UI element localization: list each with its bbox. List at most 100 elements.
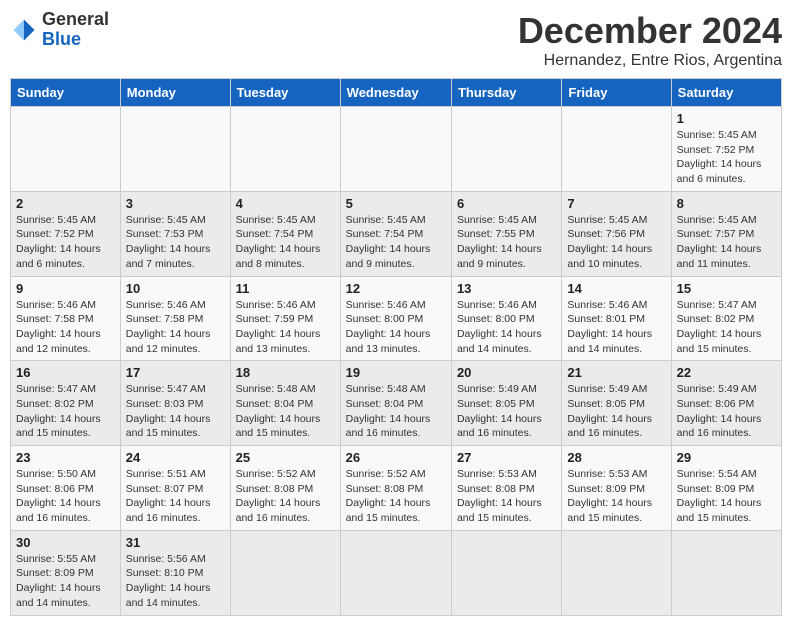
day-detail: Sunrise: 5:46 AMSunset: 7:58 PMDaylight:…	[126, 298, 225, 357]
calendar-table: SundayMondayTuesdayWednesdayThursdayFrid…	[10, 78, 782, 616]
calendar-cell: 22 Sunrise: 5:49 AMSunset: 8:06 PMDayligh…	[671, 361, 781, 446]
day-detail: Sunrise: 5:46 AMSunset: 8:01 PMDaylight:…	[567, 298, 665, 357]
day-detail: Sunrise: 5:51 AMSunset: 8:07 PMDaylight:…	[126, 467, 225, 526]
day-number: 28	[567, 450, 665, 465]
day-detail: Sunrise: 5:45 AMSunset: 7:54 PMDaylight:…	[236, 213, 335, 272]
day-number: 10	[126, 281, 225, 296]
header: General Blue December 2024 Hernandez, En…	[10, 10, 782, 70]
calendar-cell	[451, 107, 561, 192]
calendar-cell	[230, 107, 340, 192]
calendar-cell: 11Sunrise: 5:46 AMSunset: 7:59 PMDayligh…	[230, 276, 340, 361]
calendar-cell: 15 Sunrise: 5:47 AMSunset: 8:02 PMDayligh…	[671, 276, 781, 361]
day-detail: Sunrise: 5:55 AMSunset: 8:09 PMDaylight:…	[16, 552, 115, 611]
day-number: 1	[677, 111, 776, 126]
day-detail: Sunrise: 5:45 AMSunset: 7:53 PMDaylight:…	[126, 213, 225, 272]
calendar-cell: 28 Sunrise: 5:53 AMSunset: 8:09 PMDayligh…	[562, 446, 671, 531]
day-number: 27	[457, 450, 556, 465]
calendar-cell: 14Sunrise: 5:46 AMSunset: 8:01 PMDayligh…	[562, 276, 671, 361]
calendar-cell: 6 Sunrise: 5:45 AMSunset: 7:55 PMDaylight…	[451, 191, 561, 276]
calendar-cell: 9 Sunrise: 5:46 AMSunset: 7:58 PMDaylight…	[11, 276, 121, 361]
calendar-week-row: 2Sunrise: 5:45 AMSunset: 7:52 PMDaylight…	[11, 191, 782, 276]
day-detail: Sunrise: 5:45 AMSunset: 7:55 PMDaylight:…	[457, 213, 556, 272]
day-number: 21	[567, 365, 665, 380]
calendar-cell: 27 Sunrise: 5:53 AMSunset: 8:08 PMDayligh…	[451, 446, 561, 531]
calendar-cell: 30 Sunrise: 5:55 AMSunset: 8:09 PMDayligh…	[11, 530, 121, 615]
day-detail: Sunrise: 5:45 AMSunset: 7:54 PMDaylight:…	[346, 213, 446, 272]
header-day: Tuesday	[230, 79, 340, 107]
calendar-cell: 8Sunrise: 5:45 AMSunset: 7:57 PMDaylight…	[671, 191, 781, 276]
calendar-cell	[230, 530, 340, 615]
header-day: Saturday	[671, 79, 781, 107]
day-number: 12	[346, 281, 446, 296]
day-detail: Sunrise: 5:45 AMSunset: 7:57 PMDaylight:…	[677, 213, 776, 272]
calendar-cell: 13Sunrise: 5:46 AMSunset: 8:00 PMDayligh…	[451, 276, 561, 361]
calendar-cell	[340, 530, 451, 615]
day-number: 6	[457, 196, 556, 211]
calendar-cell	[562, 530, 671, 615]
calendar-cell: 20 Sunrise: 5:49 AMSunset: 8:05 PMDayligh…	[451, 361, 561, 446]
day-detail: Sunrise: 5:46 AMSunset: 8:00 PMDaylight:…	[346, 298, 446, 357]
day-number: 15	[677, 281, 776, 296]
calendar-subtitle: Hernandez, Entre Rios, Argentina	[518, 52, 782, 70]
calendar-cell: 17Sunrise: 5:47 AMSunset: 8:03 PMDayligh…	[120, 361, 230, 446]
calendar-cell: 19Sunrise: 5:48 AMSunset: 8:04 PMDayligh…	[340, 361, 451, 446]
day-number: 9	[16, 281, 115, 296]
day-detail: Sunrise: 5:53 AMSunset: 8:09 PMDaylight:…	[567, 467, 665, 526]
calendar-cell: 1Sunrise: 5:45 AMSunset: 7:52 PMDaylight…	[671, 107, 781, 192]
header-day: Wednesday	[340, 79, 451, 107]
day-number: 19	[346, 365, 446, 380]
calendar-cell: 18Sunrise: 5:48 AMSunset: 8:04 PMDayligh…	[230, 361, 340, 446]
day-number: 24	[126, 450, 225, 465]
day-detail: Sunrise: 5:49 AMSunset: 8:06 PMDaylight:…	[677, 382, 776, 441]
day-detail: Sunrise: 5:56 AMSunset: 8:10 PMDaylight:…	[126, 552, 225, 611]
day-detail: Sunrise: 5:46 AMSunset: 8:00 PMDaylight:…	[457, 298, 556, 357]
day-detail: Sunrise: 5:46 AMSunset: 7:58 PMDaylight:…	[16, 298, 115, 357]
calendar-week-row: 9 Sunrise: 5:46 AMSunset: 7:58 PMDaylight…	[11, 276, 782, 361]
day-number: 25	[236, 450, 335, 465]
day-detail: Sunrise: 5:46 AMSunset: 7:59 PMDaylight:…	[236, 298, 335, 357]
day-detail: Sunrise: 5:54 AMSunset: 8:09 PMDaylight:…	[677, 467, 776, 526]
day-number: 20	[457, 365, 556, 380]
calendar-cell: 3 Sunrise: 5:45 AMSunset: 7:53 PMDaylight…	[120, 191, 230, 276]
header-day: Monday	[120, 79, 230, 107]
day-number: 16	[16, 365, 115, 380]
calendar-cell: 5 Sunrise: 5:45 AMSunset: 7:54 PMDaylight…	[340, 191, 451, 276]
calendar-cell: 2Sunrise: 5:45 AMSunset: 7:52 PMDaylight…	[11, 191, 121, 276]
day-detail: Sunrise: 5:47 AMSunset: 8:02 PMDaylight:…	[677, 298, 776, 357]
header-day: Sunday	[11, 79, 121, 107]
day-number: 5	[346, 196, 446, 211]
day-number: 30	[16, 535, 115, 550]
calendar-title: December 2024	[518, 10, 782, 52]
calendar-cell	[671, 530, 781, 615]
header-row: SundayMondayTuesdayWednesdayThursdayFrid…	[11, 79, 782, 107]
day-detail: Sunrise: 5:53 AMSunset: 8:08 PMDaylight:…	[457, 467, 556, 526]
calendar-cell	[11, 107, 121, 192]
calendar-cell: 16 Sunrise: 5:47 AMSunset: 8:02 PMDayligh…	[11, 361, 121, 446]
calendar-cell: 7 Sunrise: 5:45 AMSunset: 7:56 PMDaylight…	[562, 191, 671, 276]
day-detail: Sunrise: 5:45 AMSunset: 7:56 PMDaylight:…	[567, 213, 665, 272]
calendar-cell	[451, 530, 561, 615]
calendar-week-row: 1Sunrise: 5:45 AMSunset: 7:52 PMDaylight…	[11, 107, 782, 192]
calendar-cell	[340, 107, 451, 192]
calendar-week-row: 23 Sunrise: 5:50 AMSunset: 8:06 PMDayligh…	[11, 446, 782, 531]
calendar-cell: 31 Sunrise: 5:56 AMSunset: 8:10 PMDayligh…	[120, 530, 230, 615]
logo-icon	[10, 16, 38, 44]
logo-text: General Blue	[42, 10, 109, 50]
day-number: 17	[126, 365, 225, 380]
day-number: 29	[677, 450, 776, 465]
day-detail: Sunrise: 5:49 AMSunset: 8:05 PMDaylight:…	[567, 382, 665, 441]
day-detail: Sunrise: 5:49 AMSunset: 8:05 PMDaylight:…	[457, 382, 556, 441]
day-number: 3	[126, 196, 225, 211]
calendar-cell: 25Sunrise: 5:52 AMSunset: 8:08 PMDayligh…	[230, 446, 340, 531]
calendar-cell	[562, 107, 671, 192]
calendar-week-row: 16 Sunrise: 5:47 AMSunset: 8:02 PMDayligh…	[11, 361, 782, 446]
day-number: 23	[16, 450, 115, 465]
day-number: 22	[677, 365, 776, 380]
day-number: 18	[236, 365, 335, 380]
calendar-cell	[120, 107, 230, 192]
day-detail: Sunrise: 5:50 AMSunset: 8:06 PMDaylight:…	[16, 467, 115, 526]
day-number: 7	[567, 196, 665, 211]
day-number: 31	[126, 535, 225, 550]
day-detail: Sunrise: 5:47 AMSunset: 8:02 PMDaylight:…	[16, 382, 115, 441]
calendar-cell: 4Sunrise: 5:45 AMSunset: 7:54 PMDaylight…	[230, 191, 340, 276]
